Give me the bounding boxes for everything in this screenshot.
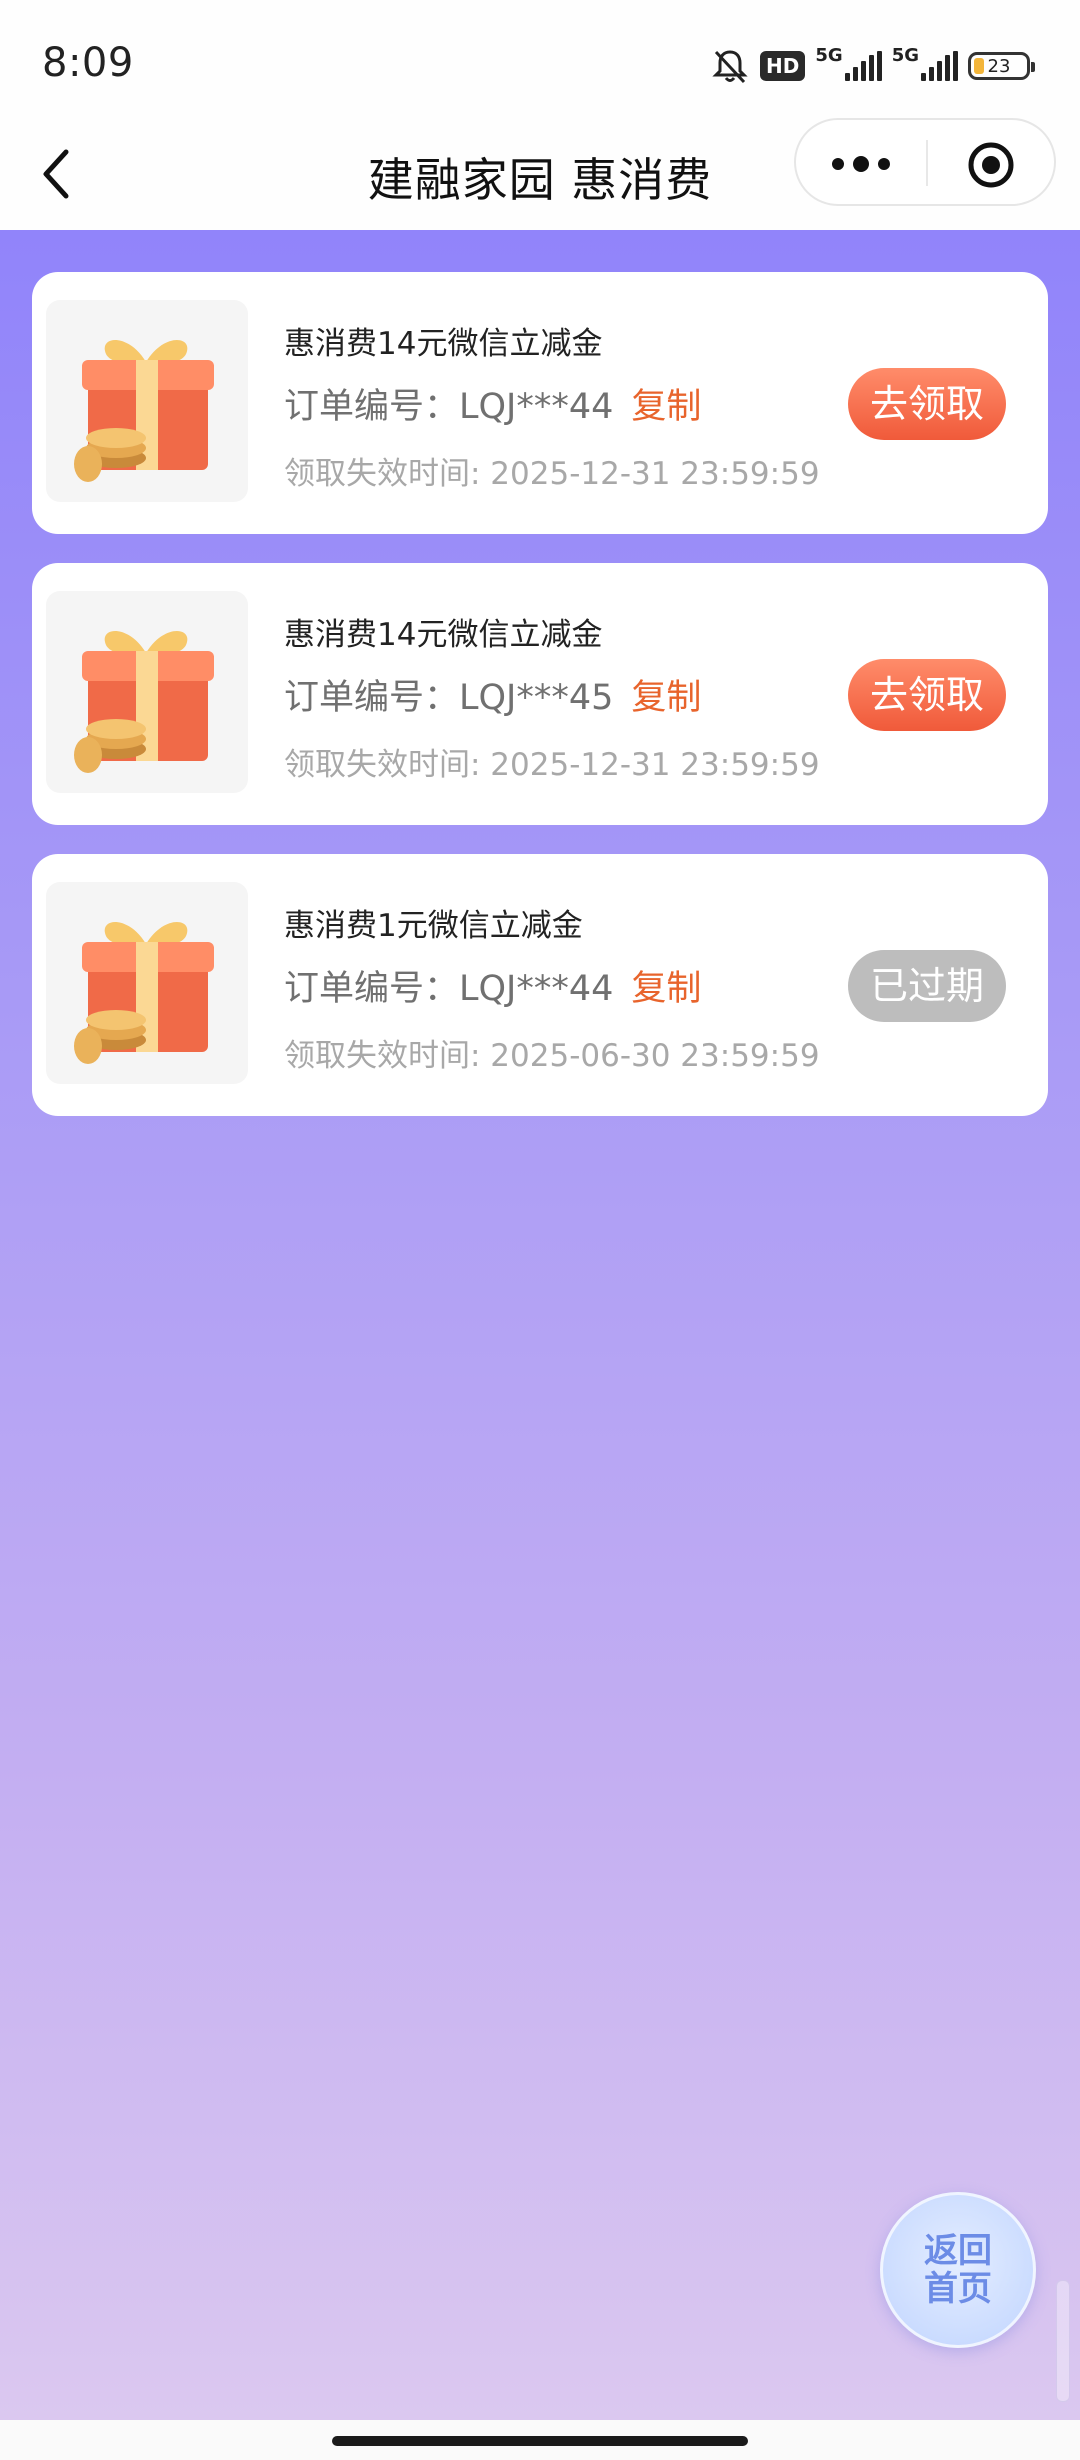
battery-level: 23: [987, 55, 1011, 77]
order-number-text: 订单编号：LQJ***44: [284, 387, 614, 427]
voucher-title: 惠消费14元微信立减金: [284, 326, 603, 362]
home-button-line1: 返回: [924, 2231, 992, 2271]
expire-time: 领取失效时间: 2025-06-30 23:59:59: [284, 1038, 820, 1074]
expired-button[interactable]: 已过期: [848, 950, 1006, 1022]
order-number-text: 订单编号：LQJ***44: [284, 969, 614, 1009]
gesture-area: [0, 2420, 1080, 2460]
bell-muted-icon: [712, 50, 748, 84]
gift-icon: [46, 300, 248, 502]
voucher-card: 惠消费1元微信立减金 订单编号：LQJ***44 复制 领取失效时间: 2025-…: [32, 854, 1048, 1116]
copy-link[interactable]: 复制: [631, 969, 701, 1009]
battery-icon: 23: [968, 52, 1035, 80]
signal-5g-icon: 5G: [892, 45, 958, 81]
mini-program-capsule: [794, 118, 1056, 206]
signal-5g-icon: 5G: [815, 45, 882, 81]
capsule-divider: [926, 140, 928, 186]
net-label: 5G: [815, 45, 843, 66]
voucher-title: 惠消费14元微信立减金: [284, 617, 603, 653]
home-indicator[interactable]: [332, 2436, 748, 2446]
expire-time: 领取失效时间: 2025-12-31 23:59:59: [284, 747, 820, 783]
status-bar: 8:09 HD 5G 5G 23: [0, 0, 1080, 118]
hd-icon: HD: [760, 51, 806, 81]
order-number-text: 订单编号：LQJ***45: [284, 678, 614, 718]
voucher-card: 惠消费14元微信立减金 订单编号：LQJ***44 复制 领取失效时间: 2025…: [32, 272, 1048, 534]
more-dots-icon[interactable]: [830, 152, 892, 176]
scrollbar[interactable]: [1056, 2280, 1070, 2402]
status-icons: HD 5G 5G 23: [710, 44, 1035, 88]
order-number: 订单编号：LQJ***44 复制: [284, 960, 701, 1011]
gift-icon: [46, 882, 248, 1084]
status-time: 8:09: [42, 40, 134, 86]
expire-time: 领取失效时间: 2025-12-31 23:59:59: [284, 456, 820, 492]
voucher-title: 惠消费1元微信立减金: [284, 908, 583, 944]
order-number: 订单编号：LQJ***44 复制: [284, 378, 701, 429]
voucher-list: 惠消费14元微信立减金 订单编号：LQJ***44 复制 领取失效时间: 2025…: [0, 230, 1080, 2420]
copy-link[interactable]: 复制: [631, 387, 701, 427]
voucher-card: 惠消费14元微信立减金 订单编号：LQJ***45 复制 领取失效时间: 2025…: [32, 563, 1048, 825]
target-icon[interactable]: [966, 140, 1016, 190]
claim-button[interactable]: 去领取: [848, 368, 1006, 440]
net-label: 5G: [891, 45, 919, 66]
copy-link[interactable]: 复制: [631, 678, 701, 718]
order-number: 订单编号：LQJ***45 复制: [284, 669, 701, 720]
home-button-line2: 首页: [924, 2269, 992, 2309]
nav-bar: 建融家园 惠消费: [0, 118, 1080, 230]
claim-button[interactable]: 去领取: [848, 659, 1006, 731]
gift-icon: [46, 591, 248, 793]
back-home-button[interactable]: 返回 首页: [880, 2192, 1036, 2348]
